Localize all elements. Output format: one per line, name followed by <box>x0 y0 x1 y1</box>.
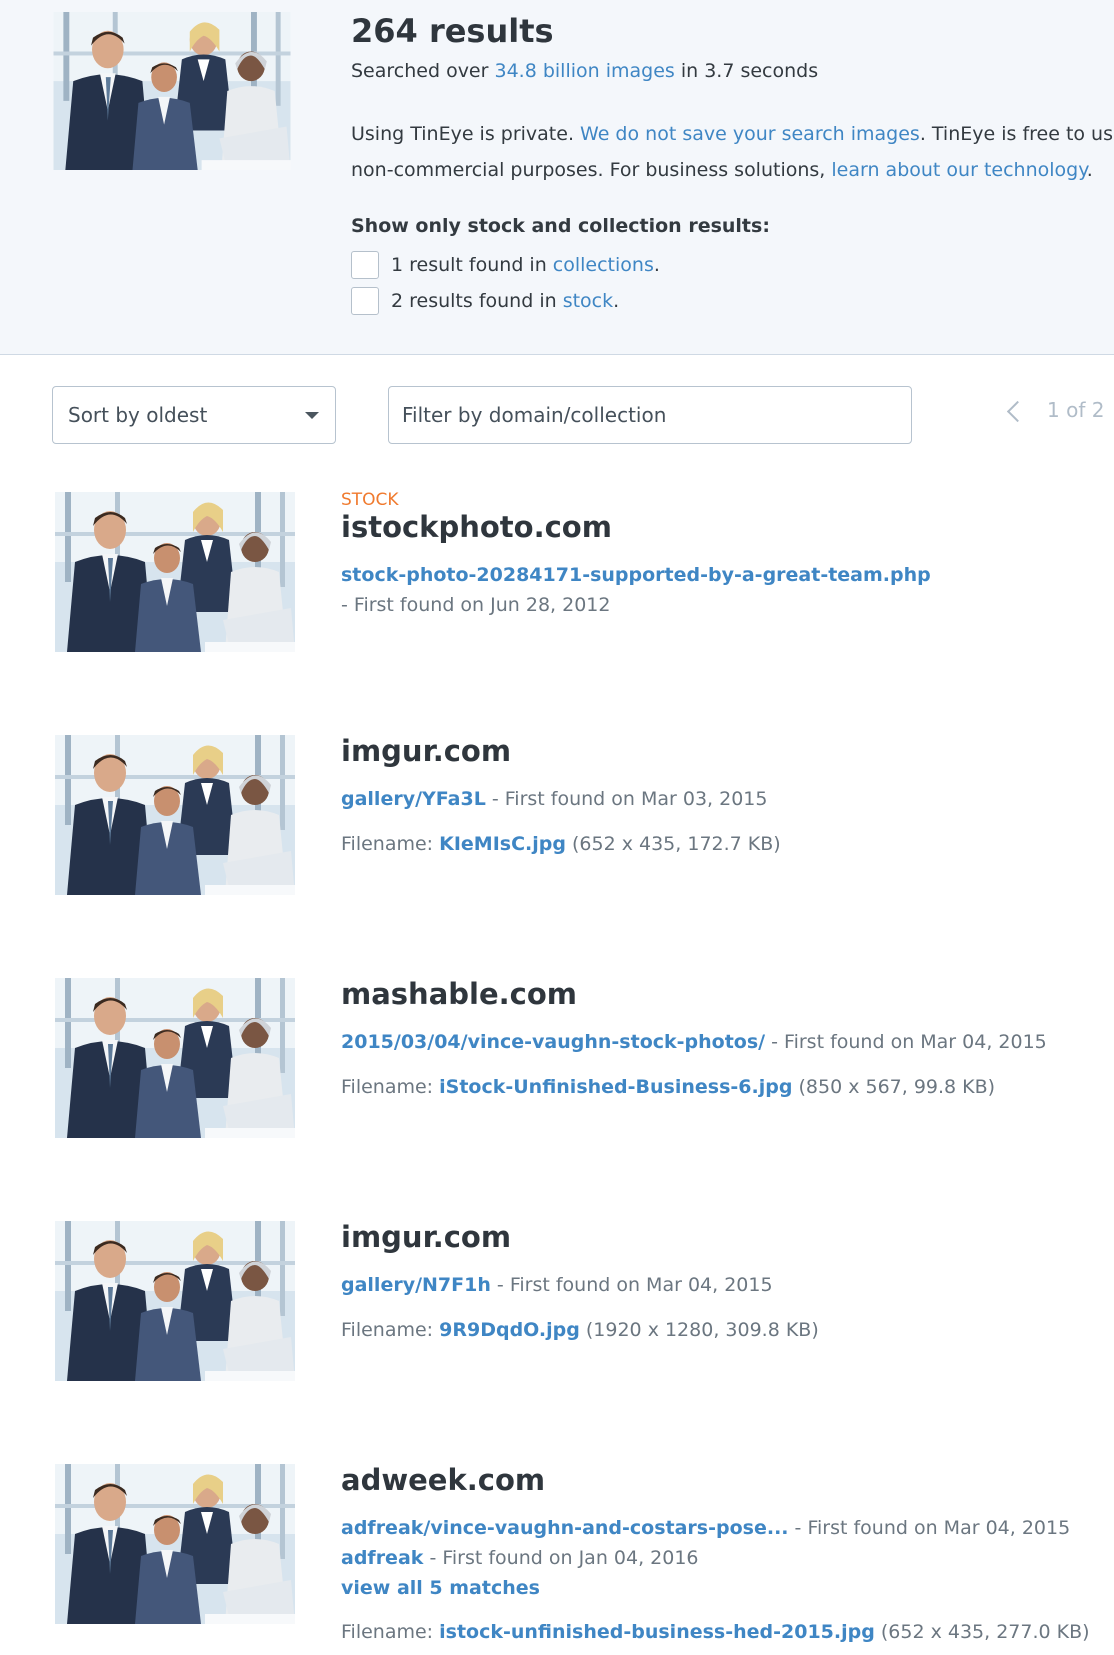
first-found-date: - First found on Mar 04, 2015 <box>765 1031 1047 1053</box>
first-found-date: - First found on Mar 04, 2015 <box>490 1274 773 1296</box>
first-found-date-2: - First found on Jan 04, 2016 <box>423 1547 699 1569</box>
result-thumbnail[interactable] <box>55 492 295 652</box>
result-page-link[interactable]: gallery/N7F1h <box>341 1274 491 1296</box>
privacy-text-1b: . TinEye is free to use <box>919 123 1114 145</box>
stock-period: . <box>613 290 620 312</box>
filename-link[interactable]: 9R9DqdO.jpg <box>439 1319 580 1341</box>
filename-link[interactable]: istock-unfinished-business-hed-2015.jpg <box>439 1621 875 1643</box>
searched-prefix: Searched over <box>351 60 495 82</box>
pagination: 1 of 2 <box>1006 398 1105 422</box>
result-thumbnail[interactable] <box>55 978 295 1138</box>
page-info: 1 of 2 <box>1047 398 1105 422</box>
privacy-notice: Using TinEye is private. We do not save … <box>351 116 1114 188</box>
view-all-matches-link[interactable]: view all 5 matches <box>341 1577 540 1599</box>
image-meta: (652 x 435, 172.7 KB) <box>565 833 781 855</box>
filename-label: Filename: <box>341 833 440 855</box>
collections-checkbox[interactable] <box>351 251 379 279</box>
first-found-date: - First found on Mar 04, 2015 <box>788 1517 1071 1539</box>
privacy-text-2a: non-commercial purposes. For business so… <box>351 159 832 181</box>
result-page-link[interactable]: adfreak/vince-vaughn-and-costars-pose... <box>341 1517 789 1539</box>
image-meta: (850 x 567, 99.8 KB) <box>792 1076 996 1098</box>
stock-label: 2 results found in <box>391 290 557 312</box>
result-thumbnail[interactable] <box>55 1221 295 1381</box>
technology-link[interactable]: learn about our technology <box>831 159 1086 181</box>
result-photo <box>55 1221 295 1381</box>
result-photo <box>55 492 295 652</box>
result-domain[interactable]: mashable.com <box>341 977 577 1011</box>
chevron-left-icon[interactable] <box>1006 400 1029 422</box>
result-domain[interactable]: imgur.com <box>341 734 511 768</box>
result-page-link[interactable]: 2015/03/04/vince-vaughn-stock-photos/ <box>341 1031 765 1053</box>
search-summary-panel: 264 results Searched over 34.8 billion i… <box>0 0 1114 355</box>
results-count: 264 results <box>351 12 554 50</box>
result-page-link[interactable]: gallery/YFa3L <box>341 788 486 810</box>
sort-label: Sort by oldest <box>68 403 208 427</box>
collections-period: . <box>653 254 660 276</box>
privacy-text-2b: . <box>1086 159 1093 181</box>
filename-label: Filename: <box>341 1076 440 1098</box>
stock-checkbox[interactable] <box>351 287 379 315</box>
filename-label: Filename: <box>341 1319 440 1341</box>
result-domain[interactable]: adweek.com <box>341 1463 545 1497</box>
filter-domain-input[interactable] <box>388 386 912 444</box>
result-photo <box>55 1464 295 1624</box>
collections-filter[interactable]: 1 result found in collections. <box>351 250 660 280</box>
first-found-date: - First found on Mar 03, 2015 <box>485 788 768 810</box>
privacy-link[interactable]: We do not save your search images <box>580 123 920 145</box>
searched-stats: Searched over 34.8 billion images in 3.7… <box>351 60 818 82</box>
result-photo <box>55 735 295 895</box>
searched-suffix: in 3.7 seconds <box>674 60 819 82</box>
stock-filter-heading: Show only stock and collection results: <box>351 215 770 237</box>
first-found-date: - First found on Jun 28, 2012 <box>341 594 611 616</box>
collections-label: 1 result found in <box>391 254 547 276</box>
image-meta: (652 x 435, 277.0 KB) <box>874 1621 1090 1643</box>
result-photo <box>55 978 295 1138</box>
stock-link[interactable]: stock <box>563 290 613 312</box>
result-page-link[interactable]: stock-photo-20284171-supported-by-a-grea… <box>341 564 931 586</box>
stock-badge: STOCK <box>341 490 399 510</box>
result-page-link-2[interactable]: adfreak <box>341 1547 423 1569</box>
sort-dropdown[interactable]: Sort by oldest <box>52 386 336 444</box>
filename-link[interactable]: KIeMIsC.jpg <box>439 833 566 855</box>
result-thumbnail[interactable] <box>55 735 295 895</box>
filename-link[interactable]: iStock-Unfinished-Business-6.jpg <box>439 1076 792 1098</box>
indexed-images-link[interactable]: 34.8 billion images <box>494 60 674 82</box>
query-image[interactable] <box>52 12 292 170</box>
stock-filter[interactable]: 2 results found in stock. <box>351 286 619 316</box>
privacy-text-1a: Using TinEye is private. <box>351 123 581 145</box>
image-meta: (1920 x 1280, 309.8 KB) <box>579 1319 819 1341</box>
result-domain[interactable]: imgur.com <box>341 1220 511 1254</box>
chevron-down-icon <box>305 412 319 419</box>
filename-label: Filename: <box>341 1621 440 1643</box>
result-thumbnail[interactable] <box>55 1464 295 1624</box>
collections-link[interactable]: collections <box>553 254 654 276</box>
query-photo <box>52 12 292 170</box>
result-domain[interactable]: istockphoto.com <box>341 510 612 544</box>
